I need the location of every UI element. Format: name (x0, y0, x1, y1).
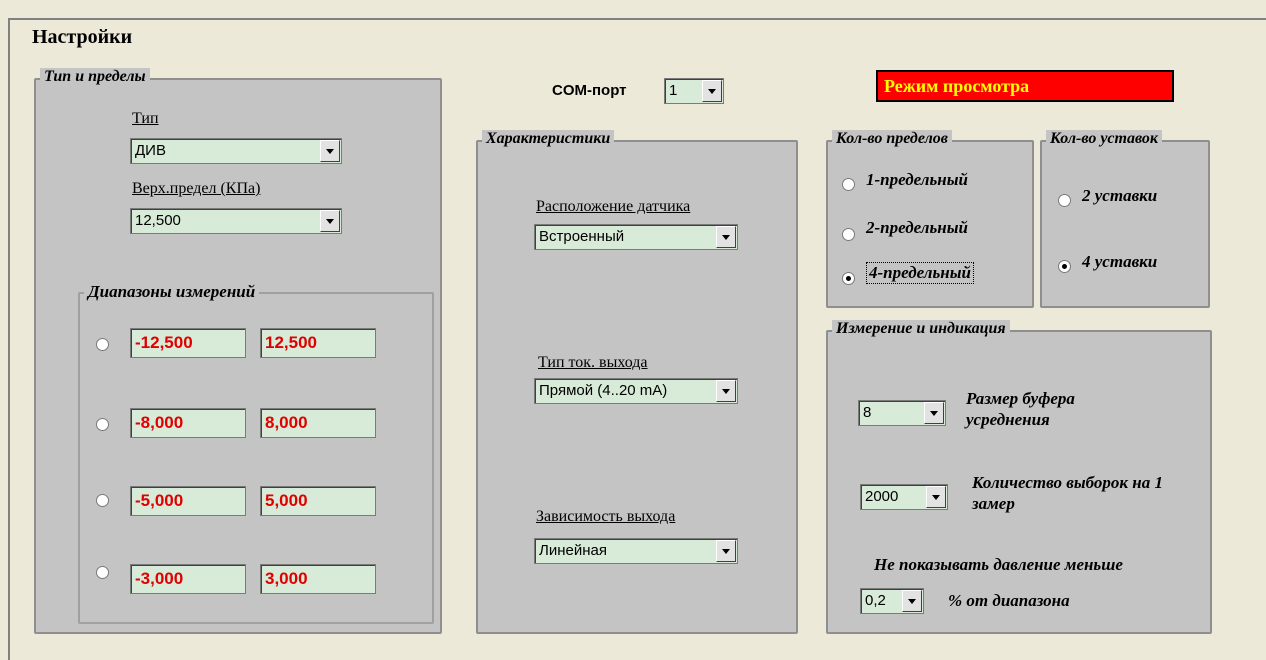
output-dependency-label: Зависимость выхода (536, 508, 676, 525)
type-limits-group: Тип и пределы Тип ДИВ Верх.предел (КПа) … (34, 68, 442, 634)
range-max-1[interactable]: 12,500 (260, 328, 376, 358)
range-radio-1[interactable] (96, 338, 109, 351)
ranges-group: Диапазоны измерений -12,500 12,500 -8,00… (78, 282, 434, 624)
type-label: Тип (132, 110, 159, 127)
measurement-legend: Измерение и индикация (832, 320, 1010, 338)
output-dependency-select[interactable]: Линейная (534, 538, 738, 564)
limits-option-1[interactable]: 1-предельный (866, 170, 968, 190)
range-min-1[interactable]: -12,500 (130, 328, 246, 358)
buffer-size-select[interactable]: 8 (858, 400, 946, 426)
chevron-down-icon[interactable] (924, 402, 944, 424)
range-radio-3[interactable] (96, 494, 109, 507)
range-min-2[interactable]: -8,000 (130, 408, 246, 438)
range-min-3[interactable]: -5,000 (130, 486, 246, 516)
upper-limit-select[interactable]: 12,500 (130, 208, 342, 234)
chevron-down-icon[interactable] (902, 590, 922, 612)
com-port-select[interactable]: 1 (664, 78, 724, 104)
buffer-size-label: Размер буфера усреднения (966, 389, 1075, 429)
hide-pressure-suffix: % от диапазона (948, 591, 1070, 610)
chevron-down-icon[interactable] (716, 226, 736, 248)
output-type-select[interactable]: Прямой (4..20 mA) (534, 378, 738, 404)
range-radio-2[interactable] (96, 418, 109, 431)
hide-pressure-select[interactable]: 0,2 (860, 588, 924, 614)
chevron-down-icon[interactable] (320, 140, 340, 162)
chevron-down-icon[interactable] (716, 540, 736, 562)
sensor-location-label: Расположение датчика (536, 198, 691, 215)
upper-limit-label: Верх.предел (КПа) (132, 180, 261, 197)
setpoints-option-2[interactable]: 2 уставки (1082, 186, 1157, 206)
samples-count-label: Количество выборок на 1 замер (972, 473, 1163, 513)
range-max-4[interactable]: 3,000 (260, 564, 376, 594)
limits-radio-4[interactable] (842, 272, 855, 285)
range-max-3[interactable]: 5,000 (260, 486, 376, 516)
sensor-location-select[interactable]: Встроенный (534, 224, 738, 250)
page-title: Настройки (28, 26, 137, 49)
range-radio-4[interactable] (96, 566, 109, 579)
range-max-2[interactable]: 8,000 (260, 408, 376, 438)
measurement-group: Измерение и индикация 8 Размер буфера ус… (826, 320, 1212, 634)
mode-badge: Режим просмотра (876, 70, 1174, 102)
setpoints-count-group: Кол-во уставок 2 уставки 4 уставки (1040, 130, 1210, 308)
limits-option-4[interactable]: 4-предельный (866, 262, 974, 284)
limits-radio-2[interactable] (842, 228, 855, 241)
chevron-down-icon[interactable] (320, 210, 340, 232)
output-type-label: Тип ток. выхода (538, 354, 648, 371)
range-min-4[interactable]: -3,000 (130, 564, 246, 594)
chevron-down-icon[interactable] (926, 486, 946, 508)
type-limits-legend: Тип и пределы (40, 68, 150, 86)
limits-option-2[interactable]: 2-предельный (866, 218, 968, 238)
samples-count-select[interactable]: 2000 (860, 484, 948, 510)
setpoints-option-4[interactable]: 4 уставки (1082, 252, 1157, 272)
hide-pressure-label: Не показывать давление меньше (874, 555, 1123, 574)
limits-count-legend: Кол-во пределов (832, 130, 952, 148)
chevron-down-icon[interactable] (702, 80, 722, 102)
characteristics-legend: Характеристики (482, 130, 615, 148)
com-port-label: COM-порт (552, 82, 627, 99)
ranges-legend: Диапазоны измерений (84, 282, 260, 302)
limits-radio-1[interactable] (842, 178, 855, 191)
setpoints-radio-4[interactable] (1058, 260, 1071, 273)
setpoints-count-legend: Кол-во уставок (1046, 130, 1163, 148)
limits-count-group: Кол-во пределов 1-предельный 2-предельны… (826, 130, 1034, 308)
setpoints-radio-2[interactable] (1058, 194, 1071, 207)
chevron-down-icon[interactable] (716, 380, 736, 402)
characteristics-group: Характеристики Расположение датчика Встр… (476, 130, 798, 634)
type-select[interactable]: ДИВ (130, 138, 342, 164)
